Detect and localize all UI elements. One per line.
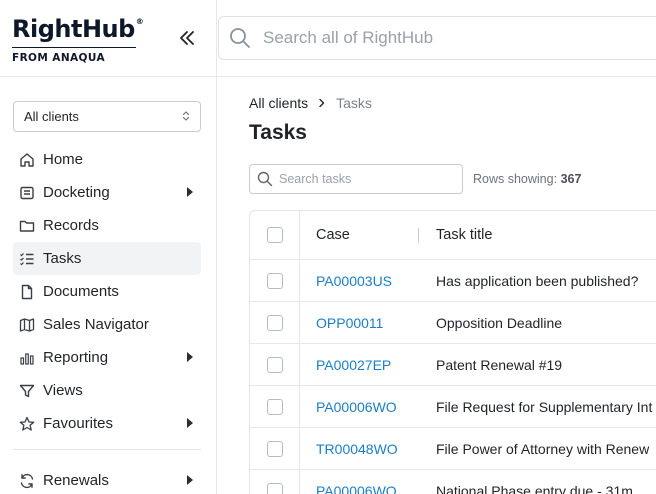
sidebar-item-sales-navigator[interactable]: Sales Navigator [13,308,201,341]
sidebar-item-label: Sales Navigator [43,316,149,333]
rows-showing-count: 367 [560,172,582,186]
expand-caret-icon[interactable] [187,187,193,197]
sidebar-item-label: Docketing [43,184,110,201]
case-link[interactable]: PA00006WO [316,399,397,415]
task-title-cell: National Phase entry due - 31m [436,482,633,494]
sidebar-item-documents[interactable]: Documents [13,275,201,308]
main-content: All clients Tasks Tasks Rows showing: 36… [217,77,656,494]
chevron-right-icon [319,98,325,108]
sidebar-item-label: Records [43,217,99,234]
case-link[interactable]: OPP00011 [316,315,383,331]
sidebar-item-label: Renewals [43,472,109,489]
column-header-case[interactable]: Case [300,227,420,243]
renewals-icon [18,472,36,490]
task-title-cell: File Request for Supplementary Int [436,398,653,415]
table-row[interactable]: TR00048WO File Power of Attorney with Re… [250,428,656,470]
select-all-checkbox[interactable] [266,227,283,243]
sidebar-secondary-nav: Renewals [13,464,201,494]
sidebar-item-records[interactable]: Records [13,209,201,242]
sidebar-item-favourites[interactable]: Favourites [13,407,201,440]
tasks-icon [18,250,36,268]
sidebar: All clients Home Docketing Records Tasks… [0,77,217,494]
table-header-row: Case Task title [250,211,656,260]
star-icon [18,415,36,433]
reporting-icon [18,349,36,367]
task-title-cell: File Power of Attorney with Renew [436,440,650,457]
double-chevron-left-icon [180,31,194,45]
brand-tagline: FROM ANAQUA [12,52,105,64]
case-link[interactable]: PA00027EP [316,357,391,373]
table-row[interactable]: PA00027EP Patent Renewal #19 [250,344,656,386]
collapse-sidebar-button[interactable] [176,26,198,50]
task-title-cell: Has application been published? [436,272,639,289]
search-icon [230,28,250,48]
task-search-box[interactable] [249,164,463,194]
table-row[interactable]: OPP00011 Opposition Deadline [250,302,656,344]
row-checkbox[interactable] [266,398,283,415]
row-checkbox[interactable] [266,314,283,331]
document-icon [18,283,36,301]
table-row[interactable]: PA00006WO File Request for Supplementary… [250,386,656,428]
column-header-task-title[interactable]: Task title [420,227,492,243]
sidebar-item-label: Home [43,151,84,168]
sidebar-item-docketing[interactable]: Docketing [13,176,201,209]
select-arrows-icon [182,111,190,121]
row-checkbox[interactable] [266,482,283,494]
expand-caret-icon[interactable] [187,418,193,428]
row-checkbox[interactable] [266,440,283,457]
rows-showing-label: Rows showing: [473,172,558,186]
breadcrumb-current: Tasks [336,95,372,111]
sidebar-item-label: Views [43,382,83,399]
folder-icon [18,217,36,235]
sidebar-item-home[interactable]: Home [13,143,201,176]
sidebar-item-label: Documents [43,283,119,300]
global-search-input[interactable] [263,28,643,48]
home-icon [18,151,36,169]
sidebar-nav: Home Docketing Records Tasks Documents S… [13,143,201,440]
sidebar-item-label: Favourites [43,415,114,432]
page-title: Tasks [249,121,307,144]
task-title-cell: Opposition Deadline [436,314,563,331]
registered-mark: ® [135,17,144,26]
case-link[interactable]: PA00006WO [316,483,397,494]
row-checkbox[interactable] [266,356,283,373]
column-resize-handle[interactable] [418,228,419,243]
logo-rule [12,47,136,48]
sidebar-item-views[interactable]: Views [13,374,201,407]
map-icon [18,316,36,334]
case-link[interactable]: PA00003US [316,273,392,289]
brand-name: RightHub [12,15,135,43]
sidebar-item-reporting[interactable]: Reporting [13,341,201,374]
breadcrumb-root-link[interactable]: All clients [249,95,308,111]
filter-icon [18,382,36,400]
task-search-input[interactable] [279,172,459,186]
client-select-value: All clients [24,109,79,124]
expand-caret-icon[interactable] [187,352,193,362]
rows-showing-indicator: Rows showing: 367 [473,172,581,186]
task-title-cell: Patent Renewal #19 [436,356,563,373]
search-icon [257,171,273,187]
table-row[interactable]: PA00003US Has application been published… [250,260,656,302]
case-link[interactable]: TR00048WO [316,441,398,457]
sidebar-item-label: Tasks [43,250,82,267]
sidebar-item-renewals[interactable]: Renewals [13,464,201,494]
righthub-logo[interactable]: RightHub® FROM ANAQUA [12,12,144,64]
row-checkbox[interactable] [266,272,283,289]
breadcrumb: All clients Tasks [249,95,372,111]
sidebar-item-label: Reporting [43,349,109,366]
client-select[interactable]: All clients [13,101,201,132]
table-row[interactable]: PA00006WO National Phase entry due - 31m [250,470,656,494]
docketing-icon [18,184,36,202]
topbar-divider [216,0,217,77]
sidebar-item-tasks[interactable]: Tasks [13,242,201,275]
global-search-box[interactable] [218,16,656,60]
tasks-table: Case Task title PA00003US Has applicatio… [249,210,656,494]
expand-caret-icon[interactable] [187,475,193,485]
sidebar-divider [13,449,201,450]
top-bar: RightHub® FROM ANAQUA [0,0,656,77]
